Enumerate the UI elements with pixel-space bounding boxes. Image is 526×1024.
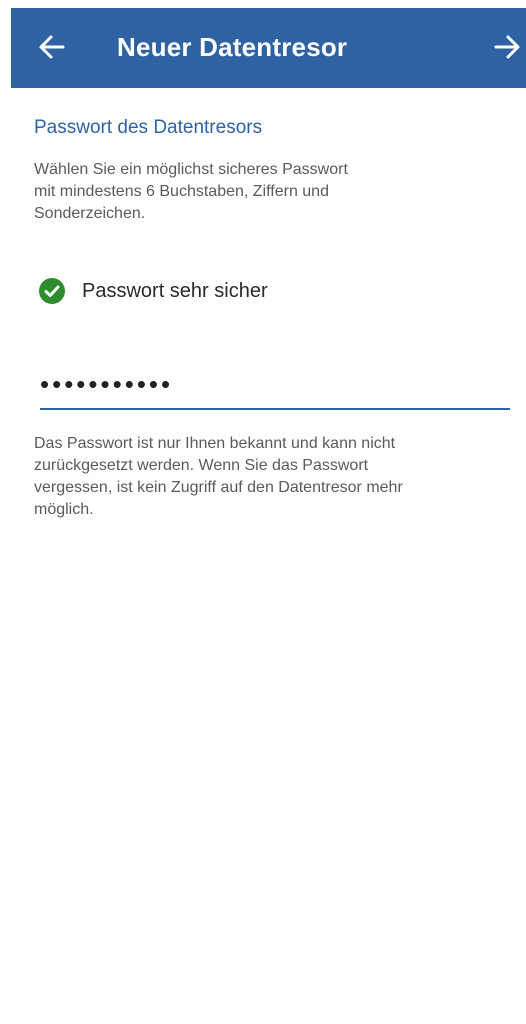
password-input[interactable]: ••••••••••• — [40, 360, 510, 410]
password-note: Das Passwort ist nur Ihnen bekannt und k… — [34, 435, 403, 518]
arrow-right-icon — [494, 35, 520, 59]
next-button[interactable] — [492, 30, 522, 64]
arrow-left-icon — [39, 35, 65, 59]
password-hint: Wählen Sie ein möglichst sicheres Passwo… — [34, 161, 348, 222]
section-title: Passwort des Datentresors — [34, 117, 263, 138]
back-button[interactable] — [37, 30, 67, 64]
password-strength-indicator: Passwort sehr sicher — [38, 276, 268, 306]
password-strength-label: Passwort sehr sicher — [82, 280, 268, 302]
check-circle-icon — [39, 278, 65, 304]
password-value: ••••••••••• — [40, 369, 174, 399]
app-bar: Neuer Datentresor — [11, 8, 526, 88]
page-title: Neuer Datentresor — [117, 32, 348, 62]
